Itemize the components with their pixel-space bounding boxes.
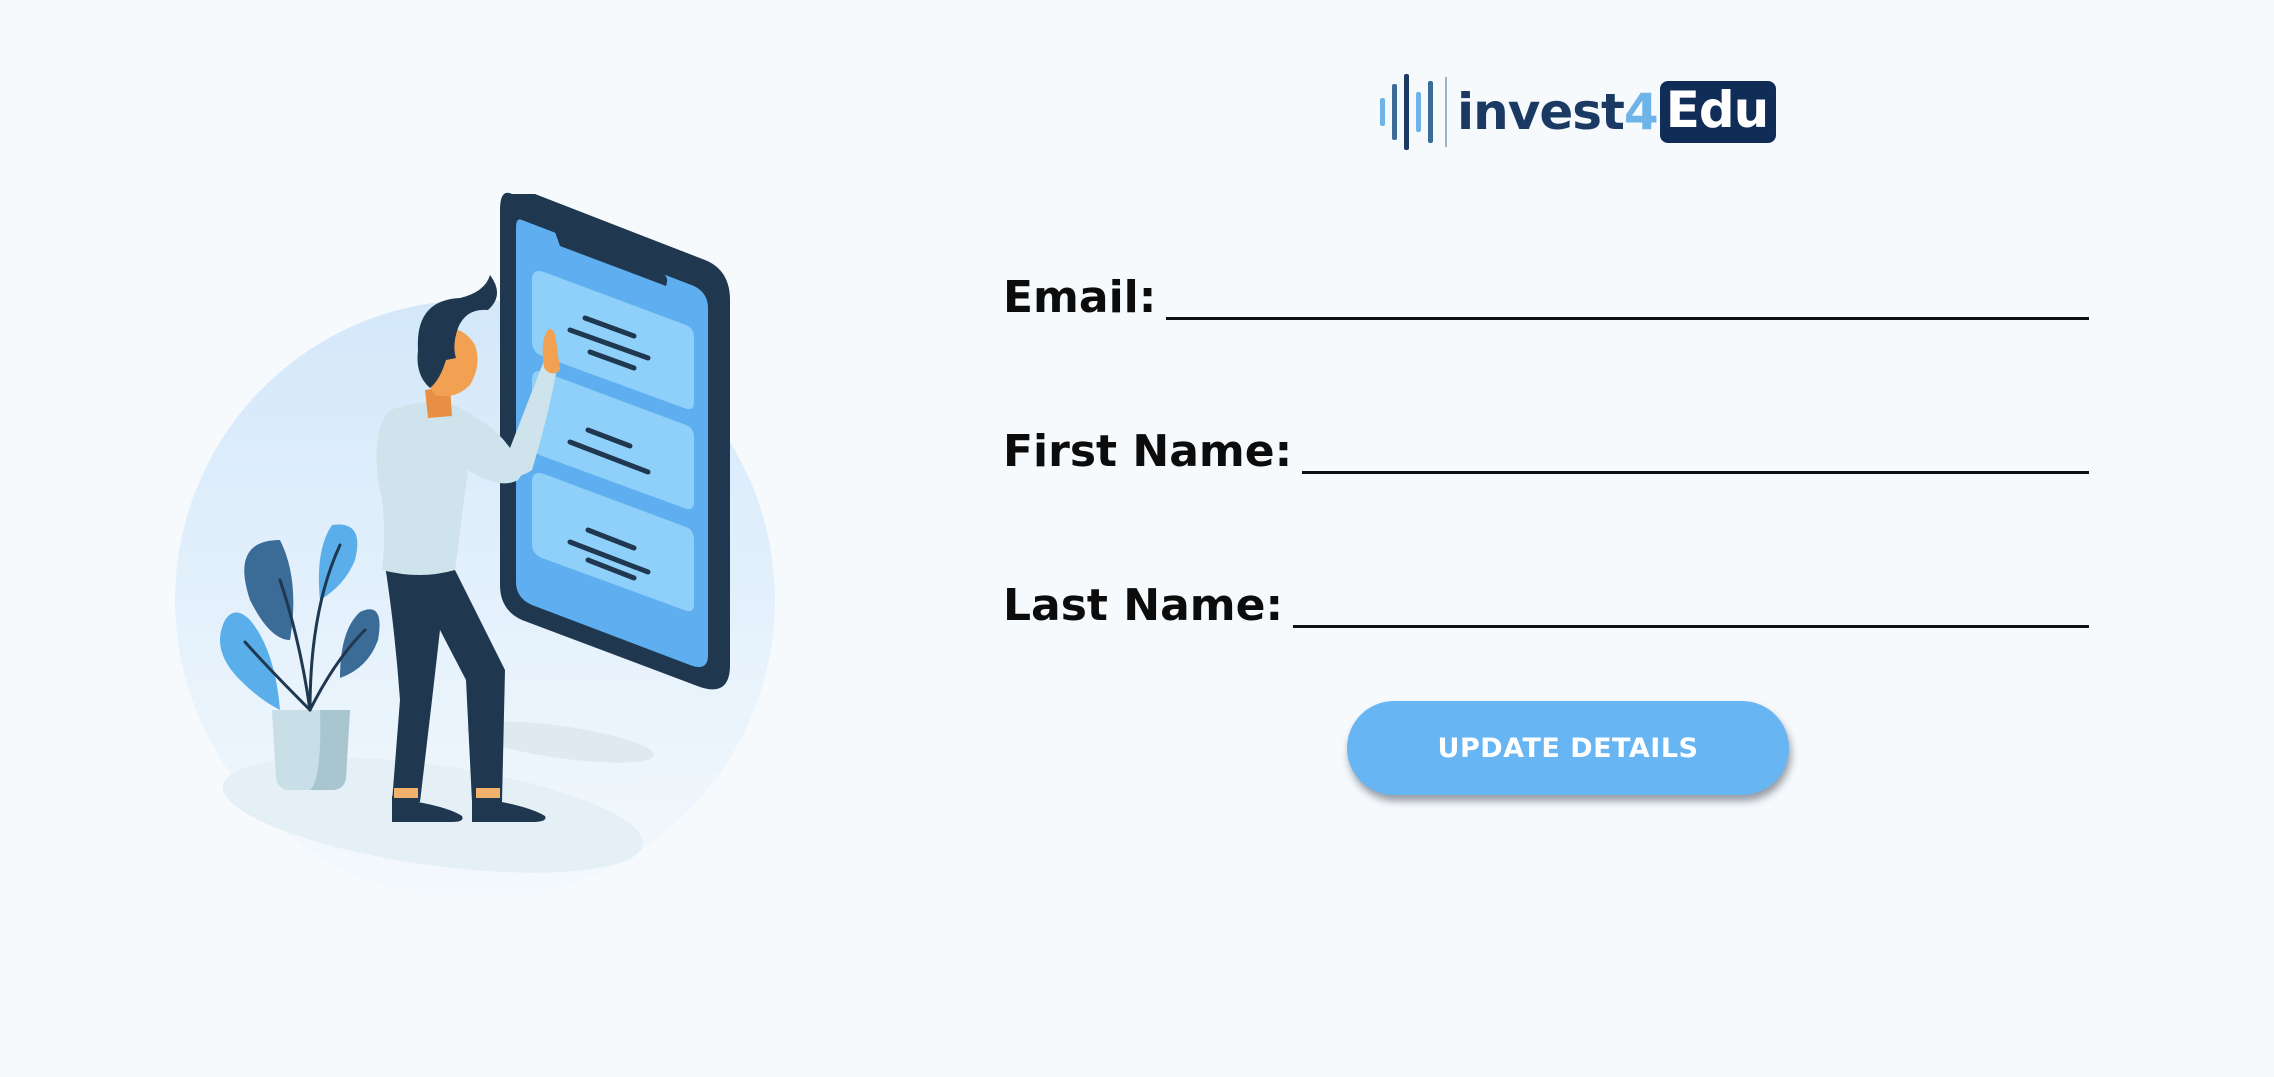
logo-divider xyxy=(1445,77,1447,147)
email-label: Email: xyxy=(1003,272,1157,323)
last-name-field[interactable] xyxy=(1293,583,2089,628)
logo-four-text: 4 xyxy=(1623,83,1659,141)
update-details-button[interactable]: UPDATE DETAILS xyxy=(1347,701,1789,795)
last-name-label: Last Name: xyxy=(1003,580,1284,631)
sound-bars-icon xyxy=(1380,74,1433,150)
brand-logo: invest 4 Edu xyxy=(1380,72,1777,152)
first-name-field[interactable] xyxy=(1302,429,2089,474)
last-name-row: Last Name: xyxy=(1003,548,2089,628)
first-name-label: First Name: xyxy=(1003,426,1293,477)
first-name-row: First Name: xyxy=(1003,394,2089,474)
details-form: Email: First Name: Last Name: xyxy=(1003,240,2089,702)
hero-illustration xyxy=(160,180,800,900)
person-with-phone-illustration xyxy=(175,192,775,900)
email-field[interactable] xyxy=(1166,275,2089,320)
email-row: Email: xyxy=(1003,240,2089,320)
logo-wordmark: invest 4 Edu xyxy=(1457,81,1777,143)
logo-edu-box: Edu xyxy=(1659,81,1777,143)
logo-main-text: invest xyxy=(1457,83,1625,141)
